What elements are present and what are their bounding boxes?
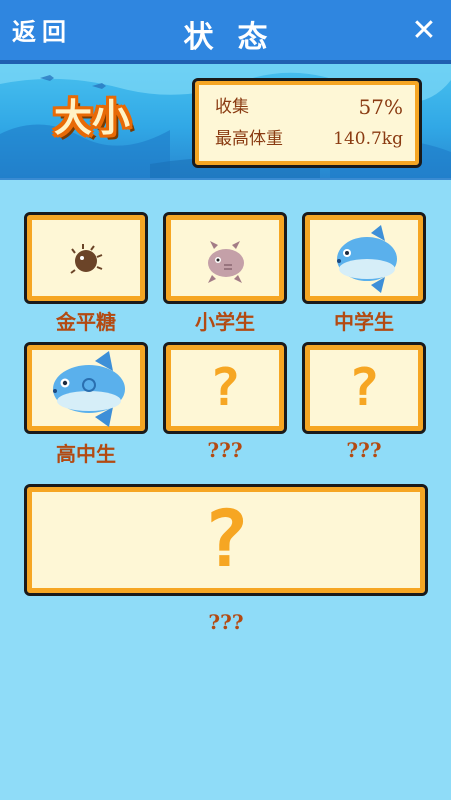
stage-card-3[interactable] (302, 212, 426, 304)
stage-card-7[interactable]: ? (24, 484, 428, 596)
max-weight-value: 140.7kg (333, 129, 403, 149)
page-title: 状态 (183, 20, 292, 55)
collect-label: 收集 (215, 97, 249, 117)
stage-label: 中学生 (334, 310, 394, 334)
stats-panel: 收集 57% 最高体重 140.7kg (192, 78, 422, 168)
category-title: 大小 (53, 95, 130, 140)
question-mark-icon: ? (348, 358, 380, 418)
stage-card-2[interactable] (163, 212, 287, 304)
middle-sunfish-icon (337, 225, 397, 293)
stage-label: ??? (207, 438, 243, 462)
stage-card-4[interactable] (24, 342, 148, 434)
collect-value: 57% (358, 95, 403, 119)
stage-label: ??? (208, 610, 244, 634)
stage-card-1[interactable] (24, 212, 148, 304)
stage-label: 高中生 (56, 442, 116, 466)
stage-label: 金平糖 (56, 310, 116, 334)
question-mark-icon: ? (209, 358, 241, 418)
small-sunfish-icon (208, 241, 244, 283)
tiny-sunfish-icon (70, 244, 103, 274)
close-icon[interactable]: ✕ (409, 16, 439, 46)
stage-label: ??? (346, 438, 382, 462)
stage-card-6[interactable]: ? (302, 342, 426, 434)
stage-label: 小学生 (195, 310, 255, 334)
high-school-sunfish-icon (53, 351, 125, 427)
max-weight-label: 最高体重 (215, 129, 283, 149)
top-bar: 返回 状态 ✕ (0, 0, 451, 64)
stage-card-5[interactable]: ? (163, 342, 287, 434)
question-mark-icon: ? (202, 495, 250, 585)
